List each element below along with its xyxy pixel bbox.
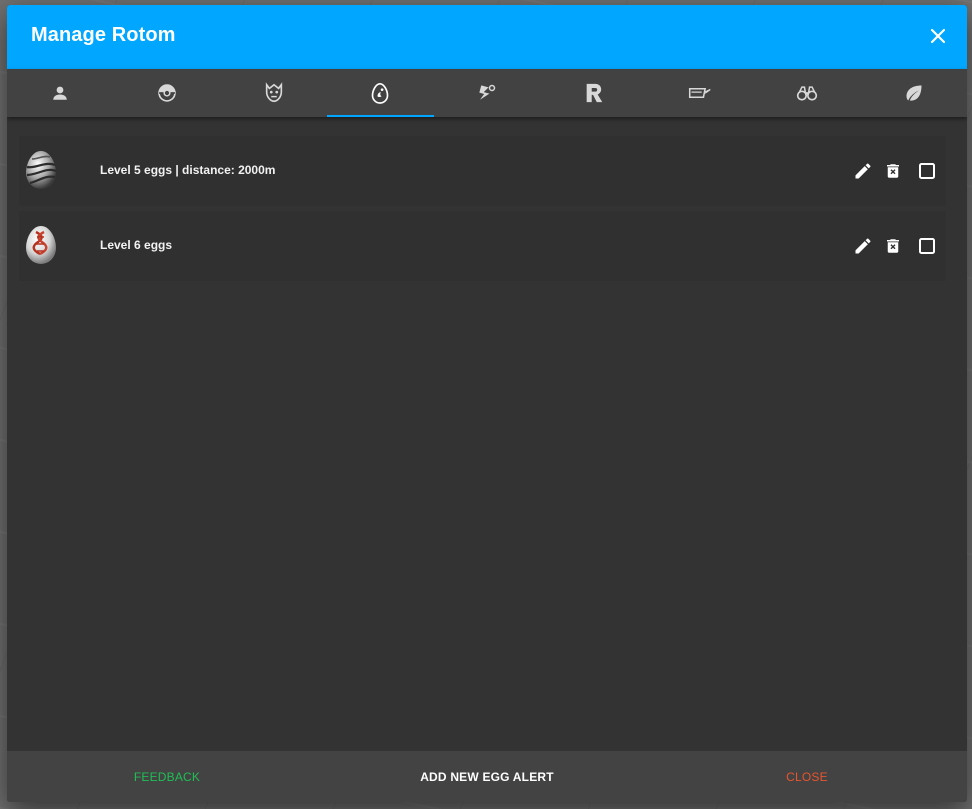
list-item: Level 6 eggs xyxy=(19,211,946,281)
lure-icon xyxy=(689,87,711,99)
feedback-button[interactable]: FEEDBACK xyxy=(7,751,327,802)
close-icon[interactable] xyxy=(925,23,951,49)
egg-icon xyxy=(372,82,389,104)
pencil-icon xyxy=(855,238,871,254)
tab-quests[interactable] xyxy=(434,69,541,117)
checkbox-outline-icon xyxy=(919,238,935,254)
tab-eggs[interactable] xyxy=(327,69,434,117)
tab-raids[interactable] xyxy=(220,69,327,117)
trash-icon xyxy=(887,239,899,253)
checkbox-outline-icon xyxy=(919,163,935,179)
raid-boss-icon xyxy=(265,82,282,103)
leaf-icon xyxy=(906,85,922,101)
tab-nests[interactable] xyxy=(754,69,861,117)
manage-rotom-dialog: Manage Rotom Level 5 eggs | distance: 20… xyxy=(7,5,967,802)
category-tabs xyxy=(7,69,967,117)
list-item: Level 5 eggs | distance: 2000m xyxy=(19,136,946,206)
person-icon xyxy=(53,86,68,100)
edit-button[interactable] xyxy=(851,159,875,183)
tab-person[interactable] xyxy=(7,69,114,117)
title-bar: Manage Rotom xyxy=(7,5,967,69)
alert-label: Level 6 eggs xyxy=(100,238,173,252)
close-button[interactable]: CLOSE xyxy=(647,751,967,802)
delete-button[interactable] xyxy=(881,159,905,183)
pencil-icon xyxy=(855,163,871,179)
dialog-title: Manage Rotom xyxy=(31,24,176,46)
edit-button[interactable] xyxy=(851,234,875,258)
select-checkbox[interactable] xyxy=(915,159,939,183)
egg-alert-list: Level 5 eggs | distance: 2000m Level 6 e… xyxy=(19,136,946,286)
delete-button[interactable] xyxy=(881,234,905,258)
level-6-egg-icon xyxy=(26,226,56,264)
trash-icon xyxy=(887,164,899,178)
binoculars-icon xyxy=(796,86,818,101)
quest-icon xyxy=(479,84,496,100)
tab-pokemon[interactable] xyxy=(114,69,221,117)
alert-label: Level 5 eggs | distance: 2000m xyxy=(100,163,276,177)
dialog-footer: FEEDBACK ADD NEW EGG ALERT CLOSE xyxy=(7,751,967,802)
add-new-egg-alert-button[interactable]: ADD NEW EGG ALERT xyxy=(327,751,647,802)
pokeball-icon xyxy=(158,84,176,102)
tab-invasions[interactable] xyxy=(540,69,647,117)
tab-lures[interactable] xyxy=(647,69,754,117)
rocket-r-icon xyxy=(586,83,602,103)
tab-weather[interactable] xyxy=(860,69,967,117)
level-5-egg-icon xyxy=(26,151,57,189)
select-checkbox[interactable] xyxy=(915,234,939,258)
